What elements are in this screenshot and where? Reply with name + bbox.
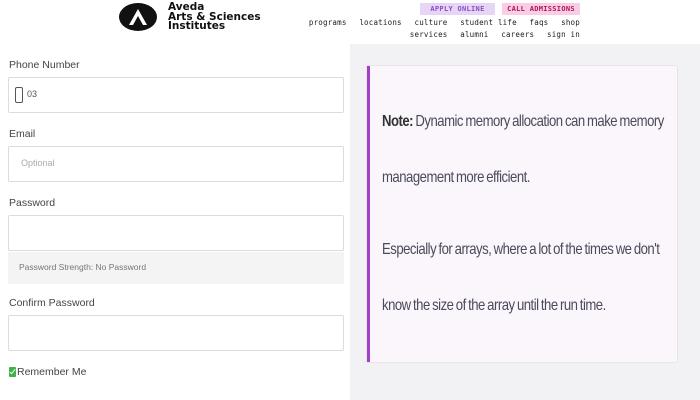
brand-name[interactable]: Aveda Arts & Sciences Institutes: [168, 2, 261, 32]
site-header: Aveda Arts & Sciences Institutes APPLY O…: [0, 0, 700, 44]
brand-line-3: Institutes: [168, 20, 226, 32]
nav-link-faqs[interactable]: faqs: [530, 18, 549, 27]
phone-field[interactable]: 03: [8, 77, 344, 113]
secondary-nav: services alumni careers sign in: [402, 30, 580, 39]
nav-link-careers[interactable]: careers: [501, 30, 534, 39]
nav-link-sign-in[interactable]: sign in: [547, 30, 580, 39]
phone-label: Phone Number: [9, 59, 80, 71]
nav-link-shop[interactable]: shop: [561, 18, 580, 27]
registration-form: Phone Number 03 Email Optional Password …: [0, 44, 350, 400]
checkbox-checked-icon[interactable]: [9, 367, 16, 377]
phone-value: 03: [27, 89, 38, 99]
nav-link-services[interactable]: services: [410, 30, 448, 39]
nav-link-locations[interactable]: locations: [359, 18, 401, 27]
confirm-password-field[interactable]: [8, 315, 344, 351]
password-strength-bar: Password Strength: No Password: [8, 252, 344, 284]
note-text-1: Dynamic memory allocation can make memor…: [382, 113, 664, 186]
nav-link-culture[interactable]: culture: [414, 18, 447, 27]
nav-link-alumni[interactable]: alumni: [460, 30, 488, 39]
email-placeholder: Optional: [21, 158, 55, 168]
note-paragraph-2: Especially for arrays, where a lot of th…: [382, 222, 673, 334]
note-text-2: Especially for arrays, where a lot of th…: [382, 241, 660, 314]
nav-link-programs[interactable]: programs: [309, 18, 347, 27]
apply-online-button[interactable]: APPLY ONLINE: [420, 3, 495, 15]
password-strength-text: Password Strength: No Password: [19, 262, 147, 272]
main-nav: programs locations culture student life …: [301, 18, 580, 27]
note-panel: Note: Dynamic memory allocation can make…: [350, 44, 700, 400]
note-box: Note: Dynamic memory allocation can make…: [367, 66, 677, 362]
email-label: Email: [9, 128, 36, 140]
nav-link-student-life[interactable]: student life: [460, 18, 517, 27]
call-admissions-button[interactable]: CALL ADMISSIONS: [502, 3, 580, 15]
remember-me[interactable]: Remember Me: [9, 366, 86, 378]
brand-logo-icon[interactable]: [119, 3, 157, 31]
email-field[interactable]: Optional: [8, 146, 344, 182]
phone-icon: [15, 87, 23, 103]
note-label: Note:: [382, 113, 414, 130]
password-field[interactable]: [8, 215, 344, 251]
password-label: Password: [9, 197, 56, 209]
remember-me-label: Remember Me: [17, 366, 87, 378]
confirm-password-label: Confirm Password: [9, 297, 95, 309]
note-paragraph-1: Note: Dynamic memory allocation can make…: [382, 94, 673, 206]
